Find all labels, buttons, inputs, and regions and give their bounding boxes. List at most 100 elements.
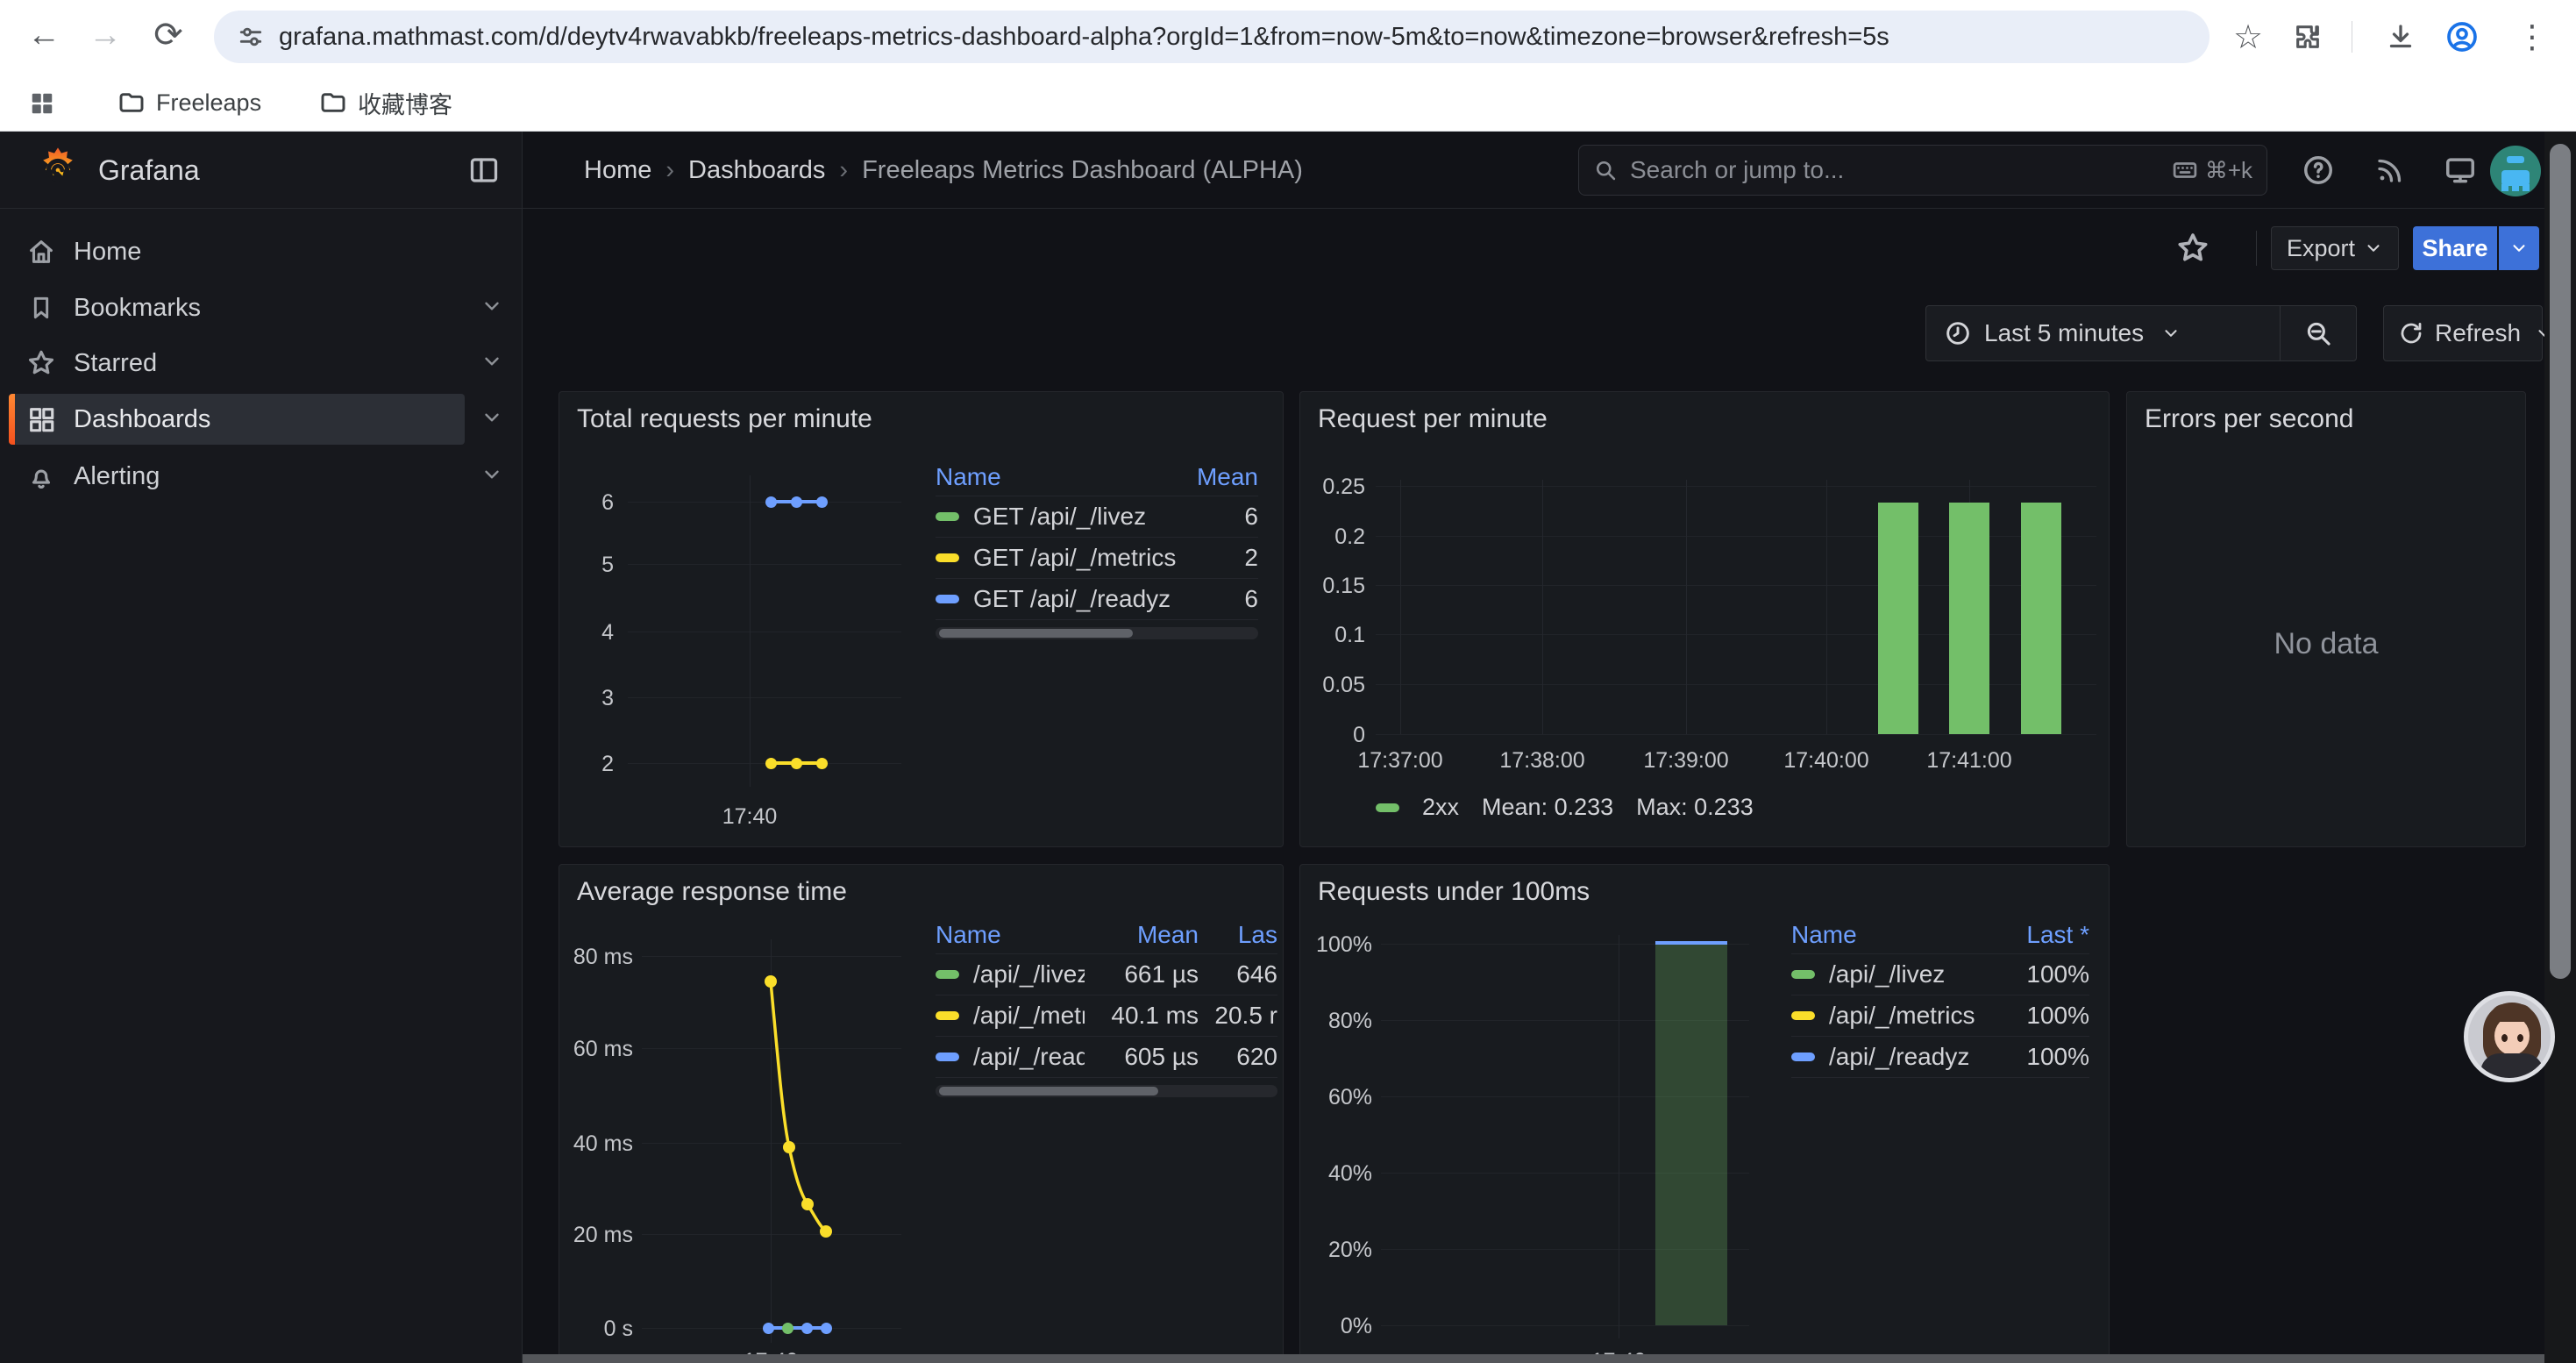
panel-title[interactable]: Errors per second <box>2145 404 2353 434</box>
legend-row[interactable]: /api/_/livez 100% <box>1791 954 2089 995</box>
time-range-picker[interactable]: Last 5 minutes <box>1926 306 2280 360</box>
legend-header-last[interactable]: Last * <box>1993 921 2089 949</box>
legend-row[interactable]: GET /api/_/readyz 6 <box>936 579 1258 620</box>
export-button[interactable]: Export <box>2271 226 2399 270</box>
address-bar[interactable]: grafana.mathmast.com/d/deytv4rwavabkb/fr… <box>214 11 2210 63</box>
legend-header-name[interactable]: Name <box>936 921 1085 949</box>
chevron-down-icon[interactable] <box>480 350 507 373</box>
url-text[interactable]: grafana.mathmast.com/d/deytv4rwavabkb/fr… <box>279 23 1889 52</box>
bell-icon <box>9 461 74 491</box>
grafana-logo-icon[interactable] <box>35 146 81 199</box>
legend-row[interactable]: /api/_/metrics 40.1 ms 20.5 r <box>936 995 1277 1037</box>
series-mean: 40.1 ms <box>1085 1002 1199 1030</box>
series-last: 620 <box>1199 1043 1277 1071</box>
legend-row[interactable]: /api/_/livez 661 µs 646 <box>936 954 1277 995</box>
legend-row[interactable]: /api/_/readyz 100% <box>1791 1037 2089 1078</box>
browser-back-button[interactable]: ← <box>19 11 68 60</box>
sidebar-item-starred[interactable]: Starred <box>9 338 465 389</box>
y-tick: 0.25 <box>1304 475 1365 500</box>
bookmark-folder-blogs[interactable]: 收藏博客 <box>309 84 463 121</box>
series-name: GET /api/_/readyz <box>973 585 1188 613</box>
downloads-icon[interactable] <box>2378 14 2423 60</box>
series-last: 100% <box>1993 1002 2089 1030</box>
extensions-icon[interactable] <box>2285 14 2330 60</box>
x-tick: 17:37:00 <box>1339 748 1462 774</box>
folder-icon <box>117 89 146 117</box>
bookmark-star-icon[interactable]: ☆ <box>2225 14 2271 60</box>
series-swatch <box>936 512 959 521</box>
legend-header-mean[interactable]: Mean <box>1188 463 1258 491</box>
sidebar-item-alerting[interactable]: Alerting <box>9 451 465 502</box>
share-menu-button[interactable] <box>2499 226 2539 270</box>
legend-header-mean[interactable]: Mean <box>1085 921 1199 949</box>
panel-errors-per-second: Errors per second No data <box>2126 391 2526 847</box>
x-tick: 17:41:00 <box>1908 748 2031 774</box>
favorite-dashboard-icon[interactable] <box>2175 231 2210 266</box>
panel-title[interactable]: Total requests per minute <box>577 404 872 434</box>
chevron-down-icon[interactable] <box>480 295 507 318</box>
sidebar-item-home[interactable]: Home <box>9 226 465 277</box>
panel-title[interactable]: Requests under 100ms <box>1318 877 1590 907</box>
series-last: 100% <box>1993 1043 2089 1071</box>
data-point <box>791 496 802 508</box>
browser-reload-button[interactable]: ⟳ <box>144 11 193 60</box>
legend-scrollbar[interactable] <box>936 1085 1277 1097</box>
kiosk-monitor-icon[interactable] <box>2437 147 2483 193</box>
refresh-interval-button[interactable] <box>2535 306 2544 360</box>
page-scrollbar-thumb[interactable] <box>2550 144 2571 979</box>
legend-inline[interactable]: 2xx Mean: 0.233 Max: 0.233 <box>1376 794 1754 821</box>
series-mean: 2 <box>1188 544 1258 572</box>
y-tick: 2 <box>572 752 614 777</box>
data-point <box>765 496 777 508</box>
panel-title[interactable]: Request per minute <box>1318 404 1548 434</box>
gridline <box>628 564 901 565</box>
browser-forward-button[interactable]: → <box>81 11 130 60</box>
x-tick: 17:40:00 <box>1765 748 1888 774</box>
bookmark-folder-label: Freeleaps <box>156 89 261 117</box>
panel-total-requests: Total requests per minute 6 5 4 3 2 <box>559 391 1284 847</box>
collapse-sidebar-icon[interactable] <box>468 154 500 186</box>
no-data-message: No data <box>2127 627 2525 661</box>
actions-divider <box>2256 231 2257 266</box>
breadcrumb-current: Freeleaps Metrics Dashboard (ALPHA) <box>862 156 1303 185</box>
refresh-button[interactable]: Refresh <box>2384 306 2535 360</box>
browser-profile-icon[interactable] <box>2439 14 2485 60</box>
series-swatch <box>936 970 959 979</box>
series-swatch <box>1791 1011 1815 1020</box>
horizontal-scrollbar[interactable] <box>523 1354 2544 1363</box>
site-settings-icon[interactable] <box>237 23 265 51</box>
apps-grid-icon[interactable] <box>19 81 65 126</box>
active-accent-bar <box>9 394 15 445</box>
share-button[interactable]: Share <box>2413 226 2497 270</box>
legend-scrollbar[interactable] <box>936 627 1258 639</box>
user-avatar[interactable] <box>2490 146 2541 196</box>
search-input[interactable]: Search or jump to... ⌘+k <box>1578 145 2267 196</box>
legend-row[interactable]: /api/_/metrics 100% <box>1791 995 2089 1037</box>
page-scrollbar[interactable] <box>2544 132 2576 1363</box>
series-name: /api/_/metrics <box>973 1002 1085 1030</box>
breadcrumb-dashboards[interactable]: Dashboards <box>688 156 825 185</box>
data-point <box>821 1323 832 1334</box>
search-placeholder: Search or jump to... <box>1630 156 1844 184</box>
legend-row[interactable]: GET /api/_/metrics 2 <box>936 538 1258 579</box>
bookmark-folder-freeleaps[interactable]: Freeleaps <box>107 84 272 121</box>
help-icon[interactable] <box>2295 147 2341 193</box>
bookmark-icon <box>9 294 74 322</box>
refresh-group: Refresh <box>2383 305 2543 361</box>
bookmark-folder-label: 收藏博客 <box>358 86 452 120</box>
series-mean: Mean: 0.233 <box>1482 794 1613 821</box>
browser-menu-icon[interactable]: ⋮ <box>2509 14 2555 60</box>
legend-row[interactable]: GET /api/_/livez 6 <box>936 496 1258 538</box>
chevron-down-icon[interactable] <box>480 463 507 486</box>
legend-row[interactable]: /api/_/readyz 605 µs 620 <box>936 1037 1277 1078</box>
zoom-out-button[interactable] <box>2281 306 2356 360</box>
legend-header-name[interactable]: Name <box>936 463 1188 491</box>
sidebar-item-dashboards[interactable]: Dashboards <box>9 394 465 445</box>
chevron-down-icon[interactable] <box>480 406 507 429</box>
floating-assistant-avatar[interactable] <box>2464 991 2555 1082</box>
news-rss-icon[interactable] <box>2367 147 2413 193</box>
breadcrumb-home[interactable]: Home <box>584 156 651 185</box>
legend-header-last[interactable]: Las <box>1199 921 1277 949</box>
sidebar-item-bookmarks[interactable]: Bookmarks <box>9 282 465 333</box>
legend-header-name[interactable]: Name <box>1791 921 1993 949</box>
